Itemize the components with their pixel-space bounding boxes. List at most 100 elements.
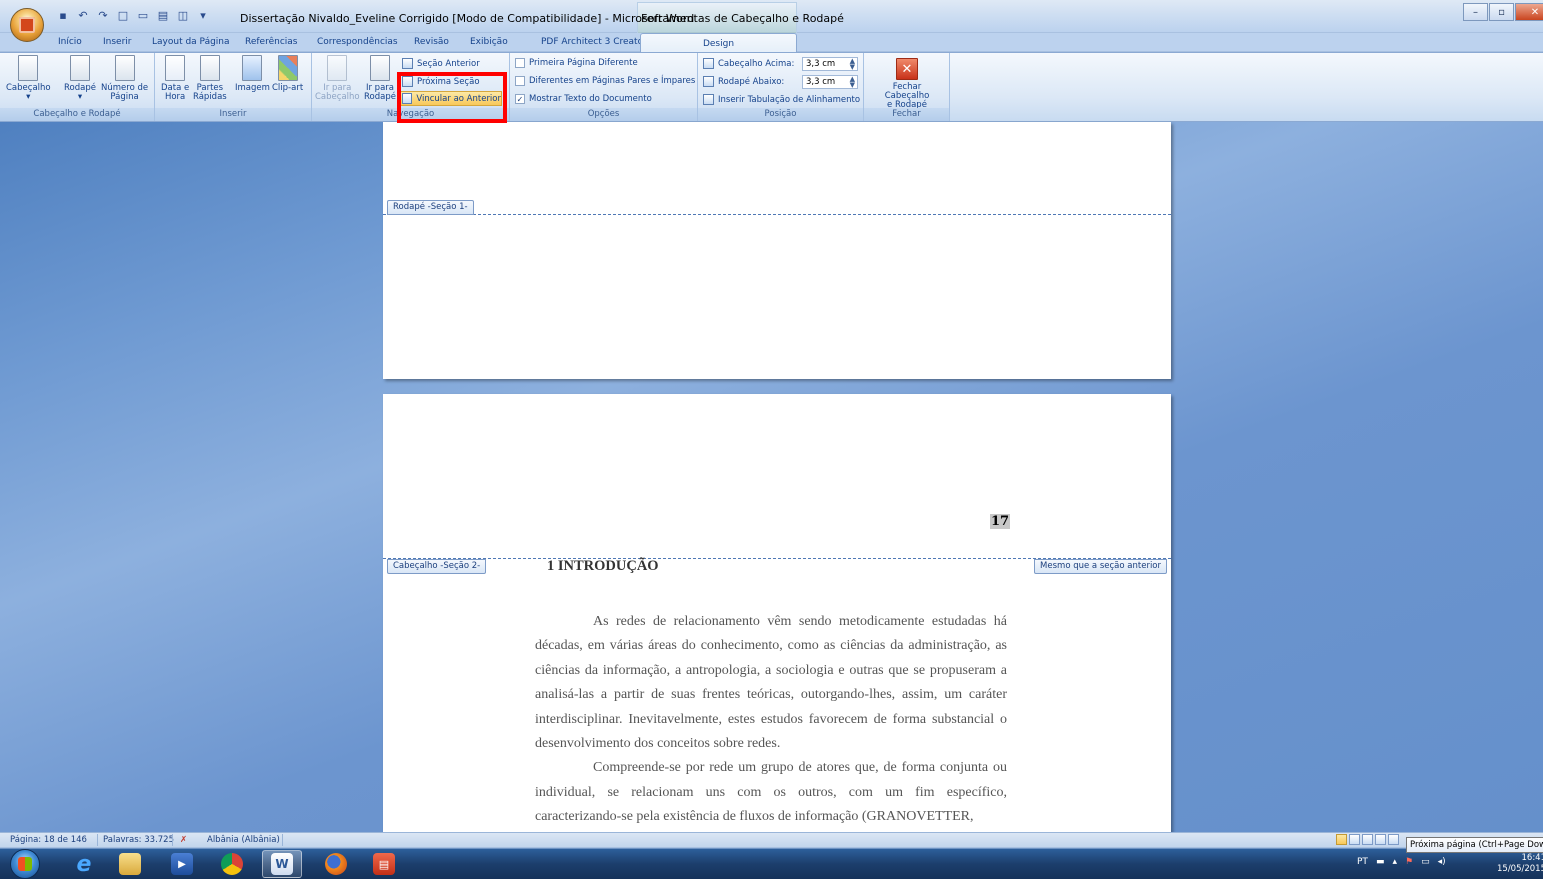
undo-icon[interactable]: ↶ [74, 6, 92, 24]
show-hidden-icons-icon[interactable]: ▴ [1392, 857, 1397, 867]
windows-logo-icon [18, 857, 32, 871]
numero-pagina-button[interactable]: Número de Página [101, 55, 148, 102]
footer-section-tag: Rodapé -Seção 1- [387, 200, 474, 215]
minimize-button[interactable]: – [1463, 3, 1488, 21]
print-preview-icon[interactable]: ◫ [174, 6, 192, 24]
cabecalho-acima-spinner[interactable]: 3,3 cm ▲ ▼ [802, 57, 858, 71]
draft-view-icon[interactable] [1388, 834, 1399, 845]
chapter-heading[interactable]: 1 INTRODUÇÃO [547, 558, 659, 575]
group-label: Posição [698, 108, 863, 121]
group-fechar: ✕ Fechar Cabeçalho e Rodapé Fechar [864, 53, 950, 121]
data-hora-button[interactable]: Data e Hora [161, 55, 189, 102]
taskbar-explorer[interactable] [110, 850, 150, 878]
checkbox-icon [515, 76, 525, 86]
rodape-button[interactable]: Rodapé ▾ [64, 55, 96, 102]
taskbar-ie[interactable]: e [64, 850, 104, 878]
language-indicator[interactable]: Albânia (Albânia) [207, 835, 280, 845]
cabecalho-acima-label: Cabeçalho Acima: [703, 58, 794, 69]
start-button[interactable] [10, 849, 40, 879]
rodape-abaixo-spinner[interactable]: 3,3 cm ▲ ▼ [802, 75, 858, 89]
fechar-cabecalho-button[interactable]: ✕ Fechar Cabeçalho e Rodapé [870, 55, 944, 110]
clipart-button[interactable]: Clip-art [272, 55, 303, 93]
ir-para-cabecalho-button[interactable]: Ir para Cabeçalho [315, 55, 360, 102]
view-buttons [1336, 834, 1399, 845]
volume-icon[interactable]: ◂) [1438, 857, 1446, 867]
system-clock[interactable]: 16:41 15/05/2015 [1497, 853, 1543, 875]
secao-anterior-button[interactable]: Seção Anterior [402, 58, 480, 69]
spinner-arrows-icon[interactable]: ▲ ▼ [850, 76, 855, 89]
page-previous[interactable]: Rodapé -Seção 1- [383, 122, 1171, 379]
inserir-tabulacao-button[interactable]: Inserir Tabulação de Alinhamento [703, 94, 860, 105]
page-current[interactable]: 17 Cabeçalho -Seção 2- Mesmo que a seção… [383, 394, 1171, 834]
network-icon[interactable]: ▭ [1421, 857, 1430, 867]
new-document-icon[interactable]: □ [114, 6, 132, 24]
tab-revisao[interactable]: Revisão [414, 37, 449, 47]
group-label: Inserir [155, 108, 311, 121]
internet-explorer-icon: e [76, 851, 92, 877]
tab-layout[interactable]: Layout da Página [152, 37, 230, 47]
office-button[interactable] [10, 8, 44, 42]
partes-rapidas-button[interactable]: Partes Rápidas [193, 55, 227, 102]
taskbar-word[interactable]: W [262, 850, 302, 878]
tab-design[interactable]: Design [640, 33, 797, 53]
header-section-tag: Cabeçalho -Seção 2- [387, 559, 487, 574]
save-icon[interactable]: ▪ [54, 6, 72, 24]
header-icon [18, 55, 39, 81]
checkmark-icon: ✓ [515, 94, 525, 104]
folder-icon [119, 853, 141, 875]
maximize-button[interactable]: ▫ [1489, 3, 1514, 21]
tab-inicio[interactable]: Início [58, 37, 82, 47]
body-text[interactable]: As redes de relacionamento vêm sendo met… [535, 610, 1007, 830]
word-icon: W [271, 853, 293, 875]
print-layout-view-icon[interactable] [1336, 834, 1347, 845]
tab-pdf-architect[interactable]: PDF Architect 3 Creator [541, 37, 647, 47]
outline-view-icon[interactable] [1375, 834, 1386, 845]
footer-position-icon [703, 76, 714, 87]
tab-referencias[interactable]: Referências [245, 37, 298, 47]
same-as-previous-tag: Mesmo que a seção anterior [1034, 559, 1167, 574]
keyboard-icon[interactable]: ▬ [1376, 857, 1385, 867]
redo-icon[interactable]: ↷ [94, 6, 112, 24]
group-cabecalho-rodape: Cabeçalho ▾ Rodapé ▾ Número de Página Cabe… [0, 53, 155, 121]
paragraph[interactable]: Compreende-se por rede um grupo de atore… [535, 756, 1007, 829]
language-indicator[interactable]: PT [1357, 857, 1368, 867]
highlight-box [397, 72, 507, 123]
clipart-icon [277, 55, 298, 81]
footer-icon [69, 55, 90, 81]
open-icon[interactable]: ▭ [134, 6, 152, 24]
taskbar-firefox[interactable] [316, 850, 356, 878]
full-screen-view-icon[interactable] [1349, 834, 1360, 845]
picture-icon [242, 55, 263, 81]
chrome-icon [221, 853, 243, 875]
customize-toolbar-icon[interactable]: ▾ [194, 6, 212, 24]
spelling-icon[interactable]: ✗ [180, 835, 187, 845]
system-tray: PT ▬ ▴ ⚑ ▭ ◂) [1357, 857, 1446, 867]
taskbar-chrome[interactable] [212, 850, 252, 878]
page-count[interactable]: Página: 18 de 146 [10, 835, 87, 845]
media-player-icon: ▶ [171, 853, 193, 875]
calendar-icon [165, 55, 186, 81]
imagem-button[interactable]: Imagem [235, 55, 270, 93]
taskbar-media[interactable]: ▶ [162, 850, 202, 878]
cabecalho-button[interactable]: Cabeçalho ▾ [6, 55, 51, 102]
tab-correspondencias[interactable]: Correspondências [317, 37, 398, 47]
tab-inserir[interactable]: Inserir [103, 37, 132, 47]
print-icon[interactable]: ▤ [154, 6, 172, 24]
group-inserir: Data e Hora Partes Rápidas Imagem Clip-a… [155, 53, 312, 121]
ir-para-rodape-button[interactable]: Ir para Rodapé [364, 55, 396, 102]
clock-date: 15/05/2015 [1497, 864, 1543, 874]
action-center-icon[interactable]: ⚑ [1405, 857, 1413, 867]
close-window-button[interactable]: ✕ [1515, 3, 1543, 21]
paragraph[interactable]: As redes de relacionamento vêm sendo met… [535, 610, 1007, 756]
header-position-icon [703, 58, 714, 69]
page-number-field[interactable]: 17 [990, 514, 1011, 529]
mostrar-texto-checkbox[interactable]: ✓ Mostrar Texto do Documento [515, 94, 652, 104]
spinner-arrows-icon[interactable]: ▲ ▼ [850, 58, 855, 71]
taskbar-app[interactable]: ▤ [364, 850, 404, 878]
pares-impares-checkbox[interactable]: Diferentes em Páginas Pares e Ímpares [515, 76, 695, 86]
web-layout-view-icon[interactable] [1362, 834, 1373, 845]
primeira-pagina-checkbox[interactable]: Primeira Página Diferente [515, 58, 638, 68]
word-count[interactable]: Palavras: 33.725 [103, 835, 174, 845]
group-label: Fechar [864, 108, 949, 121]
tab-exibicao[interactable]: Exibição [470, 37, 508, 47]
